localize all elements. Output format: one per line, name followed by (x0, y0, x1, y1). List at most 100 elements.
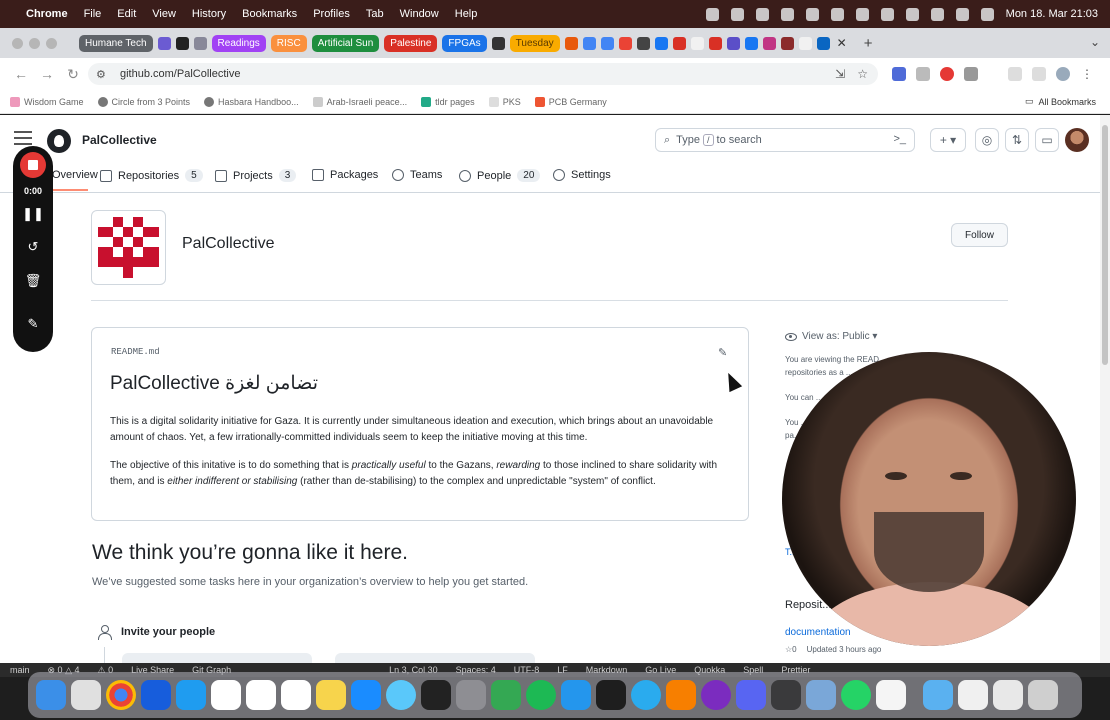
menu-tab[interactable]: Tab (366, 8, 384, 20)
menu-edit[interactable]: Edit (117, 8, 136, 20)
recorder-icon[interactable] (701, 680, 731, 710)
menu-bookmarks[interactable]: Bookmarks (242, 8, 297, 20)
cloud-status-icon[interactable] (780, 7, 794, 21)
menu-history[interactable]: History (192, 8, 226, 20)
tab-group-humane-tech[interactable]: Humane Tech (79, 34, 153, 52)
play-status-icon[interactable] (830, 7, 844, 21)
follow-button[interactable]: Follow (951, 223, 1008, 247)
input-source-icon[interactable] (855, 7, 869, 21)
menu-file[interactable]: File (84, 8, 102, 20)
battery-icon[interactable] (880, 7, 894, 21)
discord-icon[interactable] (736, 680, 766, 710)
app-store-icon[interactable] (351, 680, 381, 710)
google-tab-icon[interactable] (690, 36, 704, 50)
tab-group-fpgas[interactable]: FPGAs (442, 34, 487, 52)
calendar-icon[interactable] (246, 680, 276, 710)
notes-icon[interactable] (316, 680, 346, 710)
new-tab-icon[interactable]: + (864, 35, 873, 52)
figma-icon[interactable] (596, 680, 626, 710)
tab-group-readings[interactable]: Readings (211, 34, 266, 52)
textedit-icon[interactable] (876, 680, 906, 710)
chrome-menu-icon[interactable]: ⋮ (1080, 67, 1094, 81)
install-app-icon[interactable]: ⇲ (835, 67, 845, 81)
overflow-icon[interactable] (666, 680, 696, 710)
github-logo-icon[interactable] (47, 129, 71, 153)
inbox-icon[interactable]: ▭ (1035, 128, 1059, 152)
extension-icon[interactable] (916, 67, 930, 81)
menu-profiles[interactable]: Profiles (313, 8, 350, 20)
docker-icon[interactable] (561, 680, 591, 710)
zoom-window-icon[interactable] (46, 37, 57, 49)
page-scrollbar[interactable] (1100, 115, 1110, 663)
site-info-icon[interactable]: ⚙ (96, 68, 110, 81)
slack-icon[interactable] (211, 680, 241, 710)
telegram-icon[interactable] (631, 680, 661, 710)
tab-projects[interactable]: Projects 3 (215, 169, 297, 182)
edit-pencil-icon[interactable]: ✎ (718, 346, 727, 359)
google-tab-icon[interactable] (798, 36, 812, 50)
tab-icon[interactable] (157, 36, 171, 50)
close-window-icon[interactable] (12, 37, 23, 49)
pen-status-icon[interactable] (805, 7, 819, 21)
extension-icon[interactable] (892, 67, 906, 81)
task-action-button[interactable] (122, 653, 312, 663)
command-palette-icon[interactable]: >_ (893, 133, 906, 145)
tab-icon[interactable] (491, 36, 505, 50)
clock[interactable]: Mon 18. Mar 21:03 (1006, 8, 1098, 20)
bookmark-item[interactable]: PCB Germany (534, 96, 607, 107)
pause-icon[interactable]: ❚❚ (13, 206, 53, 222)
bookmark-item[interactable]: Circle from 3 Points (97, 96, 190, 107)
bitwarden-icon[interactable] (141, 680, 171, 710)
scrollbar-thumb[interactable] (1102, 125, 1108, 365)
tab-settings[interactable]: Settings (553, 169, 611, 181)
drive-icon[interactable] (993, 680, 1023, 710)
stop-recording-button[interactable] (20, 152, 46, 178)
tab-icon[interactable] (193, 36, 207, 50)
minimize-window-icon[interactable] (29, 37, 40, 49)
issues-icon[interactable]: ◎ (975, 128, 999, 152)
docs-tab-icon[interactable] (600, 36, 614, 50)
close-tab-icon[interactable]: ✕ (837, 36, 847, 50)
safari-icon[interactable] (386, 680, 416, 710)
gmail-tab-icon[interactable] (618, 36, 632, 50)
tab-group-tuesday[interactable]: Tuesday (509, 34, 560, 52)
menu-help[interactable]: Help (455, 8, 478, 20)
tab-group-risc[interactable]: RISC (270, 34, 307, 52)
facebook-tab-icon[interactable] (654, 36, 668, 50)
preview-icon[interactable] (806, 680, 836, 710)
spotify-icon[interactable] (526, 680, 556, 710)
menu-view[interactable]: View (152, 8, 176, 20)
tab-people[interactable]: People 20 (459, 169, 541, 182)
bookmark-star-icon[interactable]: ☆ (857, 67, 868, 81)
wifi-icon[interactable] (905, 7, 919, 21)
view-as-dropdown[interactable]: View as: Public ▾ (785, 331, 877, 342)
launchpad-icon[interactable] (71, 680, 101, 710)
facebook-tab-icon[interactable] (744, 36, 758, 50)
task-invite-people[interactable]: Invite your people (97, 625, 215, 640)
search-icon[interactable] (930, 7, 944, 21)
github-tab-icon[interactable] (175, 36, 189, 50)
whatsapp-icon[interactable] (841, 680, 871, 710)
tab-icon[interactable] (726, 36, 740, 50)
profile-avatar[interactable] (1056, 67, 1070, 81)
draw-pencil-icon[interactable]: ✎ (13, 316, 53, 332)
trash-icon[interactable] (1028, 680, 1058, 710)
extension-icon[interactable] (940, 67, 954, 81)
gear-status-icon[interactable] (730, 7, 744, 21)
trash-icon[interactable]: 🗑 (13, 273, 53, 289)
tab-icon[interactable] (708, 36, 722, 50)
tab-overview[interactable]: Overview (52, 169, 98, 181)
tab-teams[interactable]: Teams (392, 169, 442, 181)
webcam-bubble[interactable] (782, 352, 1076, 646)
user-avatar[interactable] (1065, 128, 1089, 152)
tab-icon[interactable] (564, 36, 578, 50)
pull-requests-icon[interactable]: ⇅ (1005, 128, 1029, 152)
bookmark-item[interactable]: Arab-Israeli peace... (312, 96, 407, 107)
instagram-tab-icon[interactable] (762, 36, 776, 50)
extensions-puzzle-icon[interactable] (964, 67, 978, 81)
all-bookmarks[interactable]: ▭ All Bookmarks (1025, 96, 1096, 107)
tab-group-artificial-sun[interactable]: Artificial Sun (311, 34, 380, 52)
bookmark-item[interactable]: PKS (488, 96, 521, 107)
chrome-icon[interactable] (106, 680, 136, 710)
side-panel-icon[interactable] (1032, 67, 1046, 81)
